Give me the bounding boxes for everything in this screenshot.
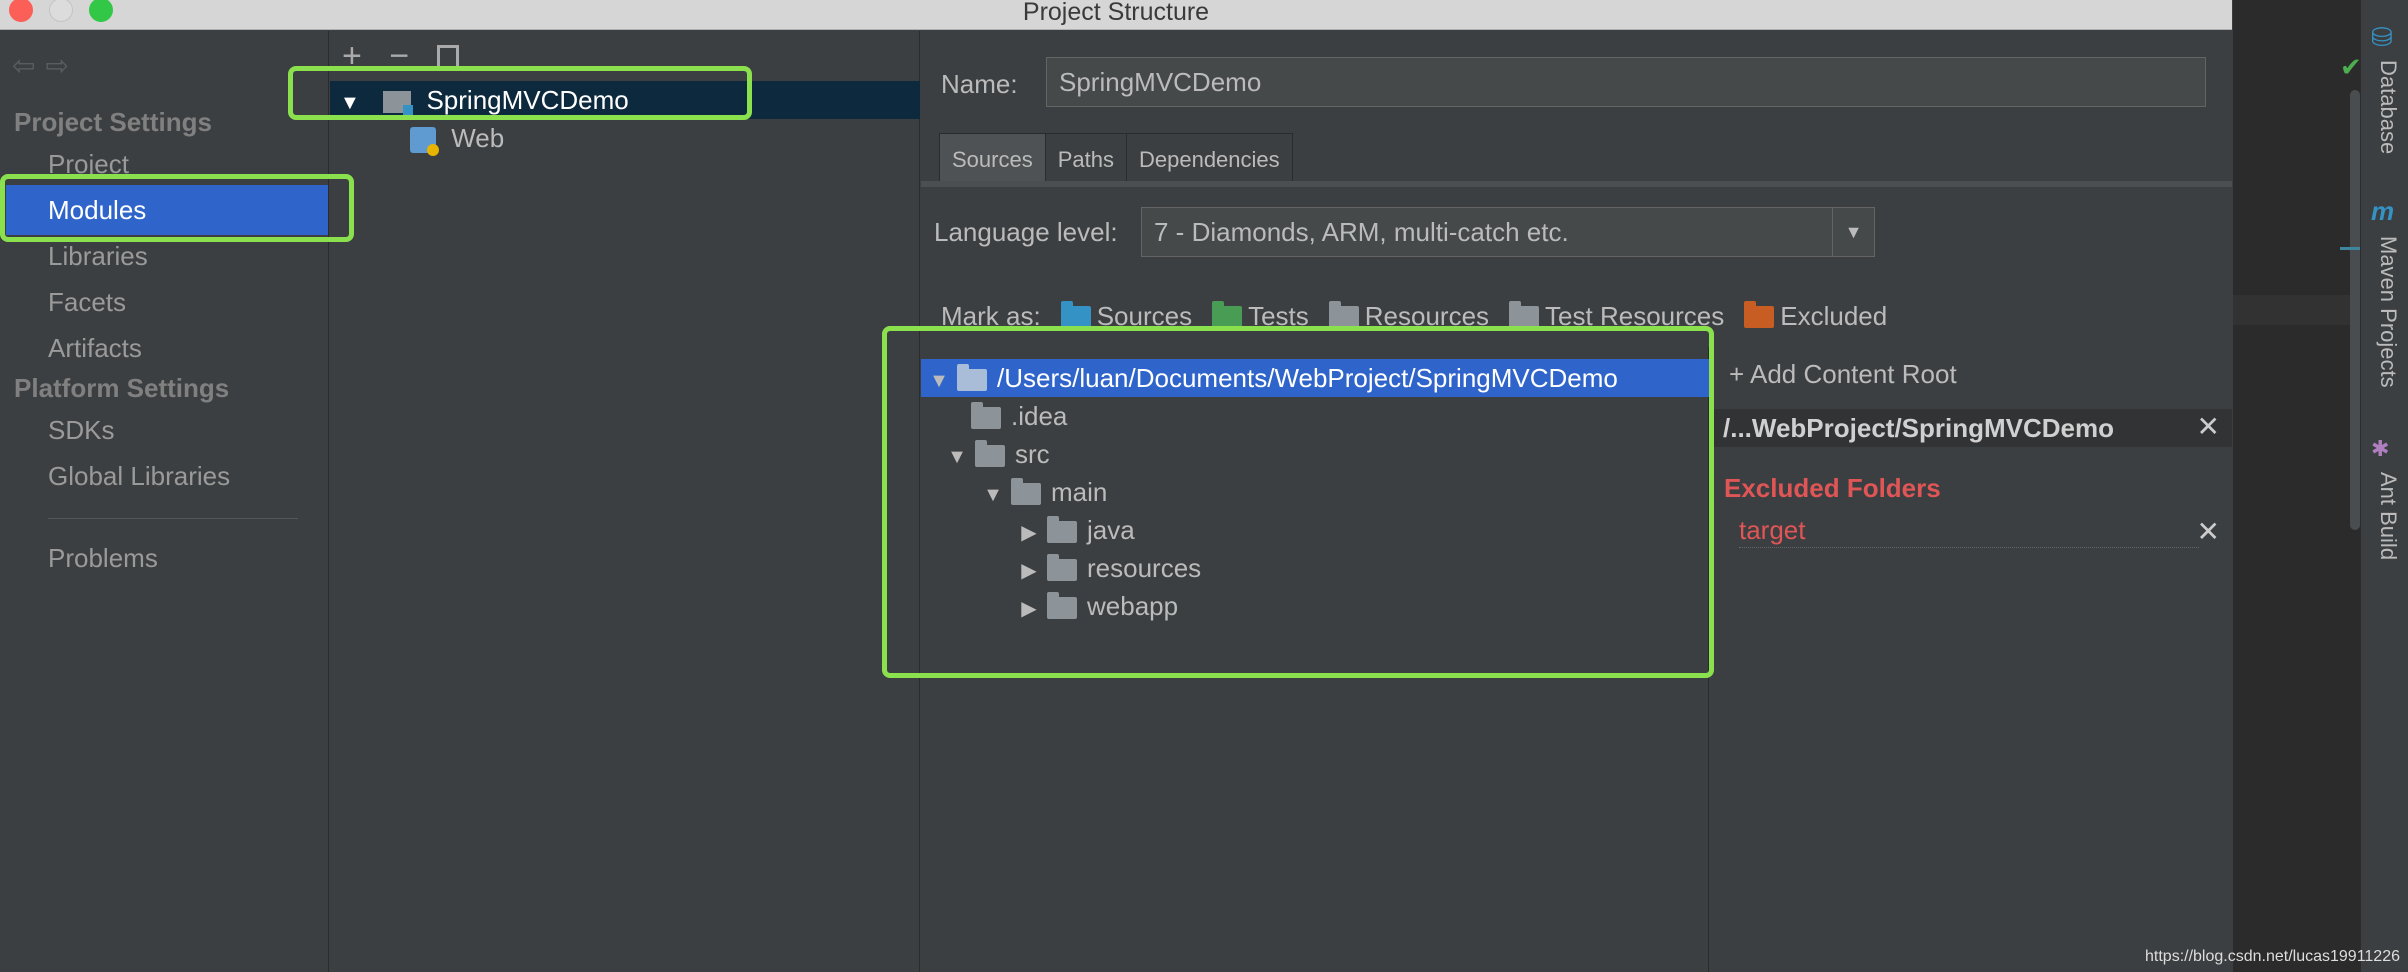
highlight-content-tree: [882, 326, 1714, 678]
window-title: Project Structure: [1022, 0, 1210, 26]
resources-folder-icon: [1328, 300, 1359, 328]
tab-database[interactable]: Database: [2375, 60, 2401, 154]
content-root-path-label: /...WebProject/SpringMVCDemo: [1723, 413, 2115, 443]
database-icon: ⛁: [2371, 22, 2393, 52]
inspection-ok-icon: ✔: [2340, 52, 2362, 82]
modules-tree-pane: + − ▼ SpringMVCDemo Web: [330, 31, 920, 972]
nav-item-artifacts[interactable]: Artifacts: [48, 333, 142, 364]
tab-ant-build[interactable]: Ant Build: [2375, 472, 2401, 560]
nav-item-sdks[interactable]: SDKs: [48, 415, 114, 446]
nav-item-global-libraries[interactable]: Global Libraries: [48, 461, 230, 492]
test-resources-folder-icon: [1509, 300, 1540, 328]
tab-dependencies[interactable]: Dependencies: [1126, 133, 1293, 185]
mark-excluded-label: Excluded: [1780, 301, 1888, 331]
excluded-folder-item: target: [1739, 513, 2199, 548]
language-level-label: Language level:: [934, 217, 1118, 247]
remove-content-root-icon[interactable]: ✕: [2197, 408, 2220, 446]
watermark: https://blog.csdn.net/lucas19911226: [2145, 948, 2400, 965]
highlight-module-root: [288, 66, 752, 120]
content-root-pane: + Add Content Root /...WebProject/Spring…: [1711, 347, 2232, 972]
remove-excluded-icon[interactable]: ✕: [2197, 515, 2220, 548]
tab-underline: [921, 181, 2232, 187]
language-level-value: 7 - Diamonds, ARM, multi-catch etc.: [1154, 217, 1569, 247]
ant-icon: ✱: [2371, 436, 2390, 461]
content-root-path: /...WebProject/SpringMVCDemo ✕: [1711, 409, 2232, 447]
nav-item-libraries[interactable]: Libraries: [48, 241, 148, 272]
editor-background: [2233, 0, 2360, 972]
web-facet-icon: [410, 127, 439, 157]
window-title-bar: Project Structure: [0, 0, 2232, 30]
nav-arrows: ⇦⇨: [12, 49, 79, 82]
sources-folder-icon: [1060, 300, 1091, 328]
highlight-modules-nav: [0, 174, 354, 242]
editor-current-line: [2233, 295, 2360, 325]
tab-maven-projects[interactable]: Maven Projects: [2375, 236, 2401, 388]
excluded-folders-heading: Excluded Folders: [1724, 473, 1941, 503]
tests-folder-icon: [1212, 300, 1243, 328]
add-content-root-button[interactable]: + Add Content Root: [1729, 359, 1957, 390]
right-tool-sidebar: ⛁ Database m Maven Projects ✱ Ant Build: [2360, 0, 2408, 972]
forward-arrow-icon[interactable]: ⇨: [45, 50, 78, 81]
name-label: Name:: [941, 69, 1018, 99]
chevron-down-icon[interactable]: ▼: [1832, 208, 1874, 256]
nav-item-facets[interactable]: Facets: [48, 287, 126, 318]
nav-item-problems[interactable]: Problems: [48, 543, 158, 574]
language-level-select[interactable]: 7 - Diamonds, ARM, multi-catch etc. ▼: [1141, 207, 1875, 257]
module-tree-child[interactable]: Web: [330, 119, 920, 157]
excluded-folder-icon: [1744, 300, 1775, 328]
tab-paths[interactable]: Paths: [1045, 133, 1127, 185]
project-settings-heading: Project Settings: [14, 107, 212, 137]
platform-settings-heading: Platform Settings: [14, 373, 230, 403]
editor-scrollbar[interactable]: [2350, 90, 2360, 530]
back-arrow-icon[interactable]: ⇦: [12, 50, 45, 81]
settings-nav: ⇦⇨ Project Settings Project Modules Libr…: [0, 31, 329, 972]
tab-sources[interactable]: Sources: [939, 133, 1046, 185]
nav-divider: [48, 518, 298, 519]
excluded-folder-label: target: [1739, 515, 1806, 545]
mark-as-excluded-button[interactable]: Excluded: [1744, 300, 1888, 332]
facet-name: Web: [451, 123, 505, 153]
module-name-field[interactable]: SpringMVCDemo: [1046, 57, 2206, 107]
module-tabs: Sources Paths Dependencies: [939, 133, 1293, 185]
maven-icon: m: [2371, 196, 2395, 226]
